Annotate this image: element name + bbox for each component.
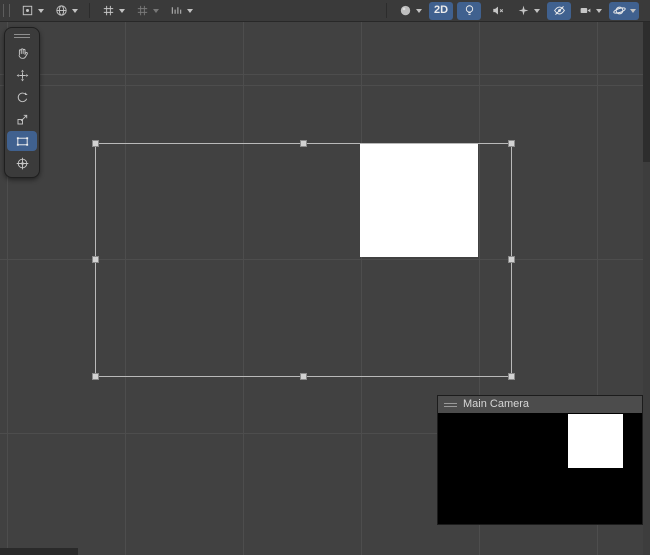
dropdown-caret-icon [596,8,602,13]
scene-audio-button[interactable] [485,2,509,20]
rect-handle-bottom-right[interactable] [508,373,515,380]
snap-settings-button[interactable] [166,2,196,20]
rect-handle-top-middle[interactable] [299,140,307,147]
dropdown-caret-icon [534,8,540,13]
speaker-muted-icon [492,6,503,15]
transform-tool-button[interactable] [7,153,37,173]
scale-icon [17,114,27,124]
scene-lighting-button[interactable] [457,1,481,20]
dropdown-caret-icon [119,8,125,13]
dropdown-caret-icon [153,8,159,13]
gizmos-button[interactable] [609,1,639,20]
move-tool-button[interactable] [7,65,37,85]
scene-visibility-button[interactable] [547,1,571,20]
selection-rect-outline [92,140,515,380]
shading-mode-button[interactable] [395,2,425,20]
dropdown-caret-icon [630,8,636,13]
camera-view-button[interactable] [575,2,605,20]
increment-snap-icon [137,5,148,16]
dropdown-caret-icon [72,8,78,13]
effects-star-icon [518,5,529,16]
tool-handle-position-button[interactable] [17,2,47,20]
camera-preview-panel: Main Camera [437,395,643,525]
toolbar-separator [386,3,387,18]
camera-preview-title: Main Camera [463,398,530,410]
toolbar-separator [89,3,90,18]
snap-bars-icon [171,7,182,14]
rect-handle-top-left[interactable] [92,140,99,147]
scale-tool-button[interactable] [7,109,37,129]
2d-toggle-button[interactable]: 2D [429,1,453,20]
pivot-icon [22,5,33,16]
camera-preview-sprite [568,414,623,468]
eye-slash-icon [553,6,565,15]
shading-sphere-icon [400,5,411,16]
grid-snap-icon [103,5,114,16]
tool-handle-rotation-button[interactable] [51,2,81,20]
camera-preview-viewport [438,413,642,524]
bottom-left-strip [0,548,78,555]
move-arrows-icon [16,69,28,81]
globe-icon [56,5,67,16]
rect-handle-bottom-left[interactable] [92,373,99,380]
rotate-icon [17,91,28,102]
scene-view-toolbar: 2D [0,0,650,22]
increment-snap-button[interactable] [132,2,162,20]
2d-toggle-label: 2D [433,4,449,16]
dropdown-caret-icon [416,8,422,13]
grid-snap-button[interactable] [98,2,128,20]
lightbulb-icon [465,5,473,15]
rect-handle-middle-left[interactable] [92,256,99,263]
dropdown-caret-icon [38,8,44,13]
video-camera-icon [580,7,591,14]
panel-drag-handle-icon [444,401,457,408]
hand-icon [18,47,28,59]
rect-handle-top-right[interactable] [508,140,515,147]
dropdown-caret-icon [187,8,193,13]
rect-handle-bottom-middle[interactable] [299,373,307,380]
rotate-tool-button[interactable] [7,87,37,107]
rect-tool-button[interactable] [7,131,37,151]
rect-handle-middle-right[interactable] [508,256,515,263]
gizmo-sphere-icon [613,6,626,15]
overlay-drag-handle-icon[interactable] [14,31,30,40]
transform-icon [16,157,28,169]
vertical-scrollbar-thumb[interactable] [643,22,650,162]
toolbar-drag-handle-icon[interactable] [3,4,10,17]
effects-button[interactable] [513,2,543,20]
rect-corners-icon [16,136,28,146]
camera-preview-header[interactable]: Main Camera [438,396,642,413]
tools-overlay [4,27,40,178]
view-hand-tool-button[interactable] [7,43,37,63]
vertical-scrollbar-track[interactable] [643,22,650,555]
